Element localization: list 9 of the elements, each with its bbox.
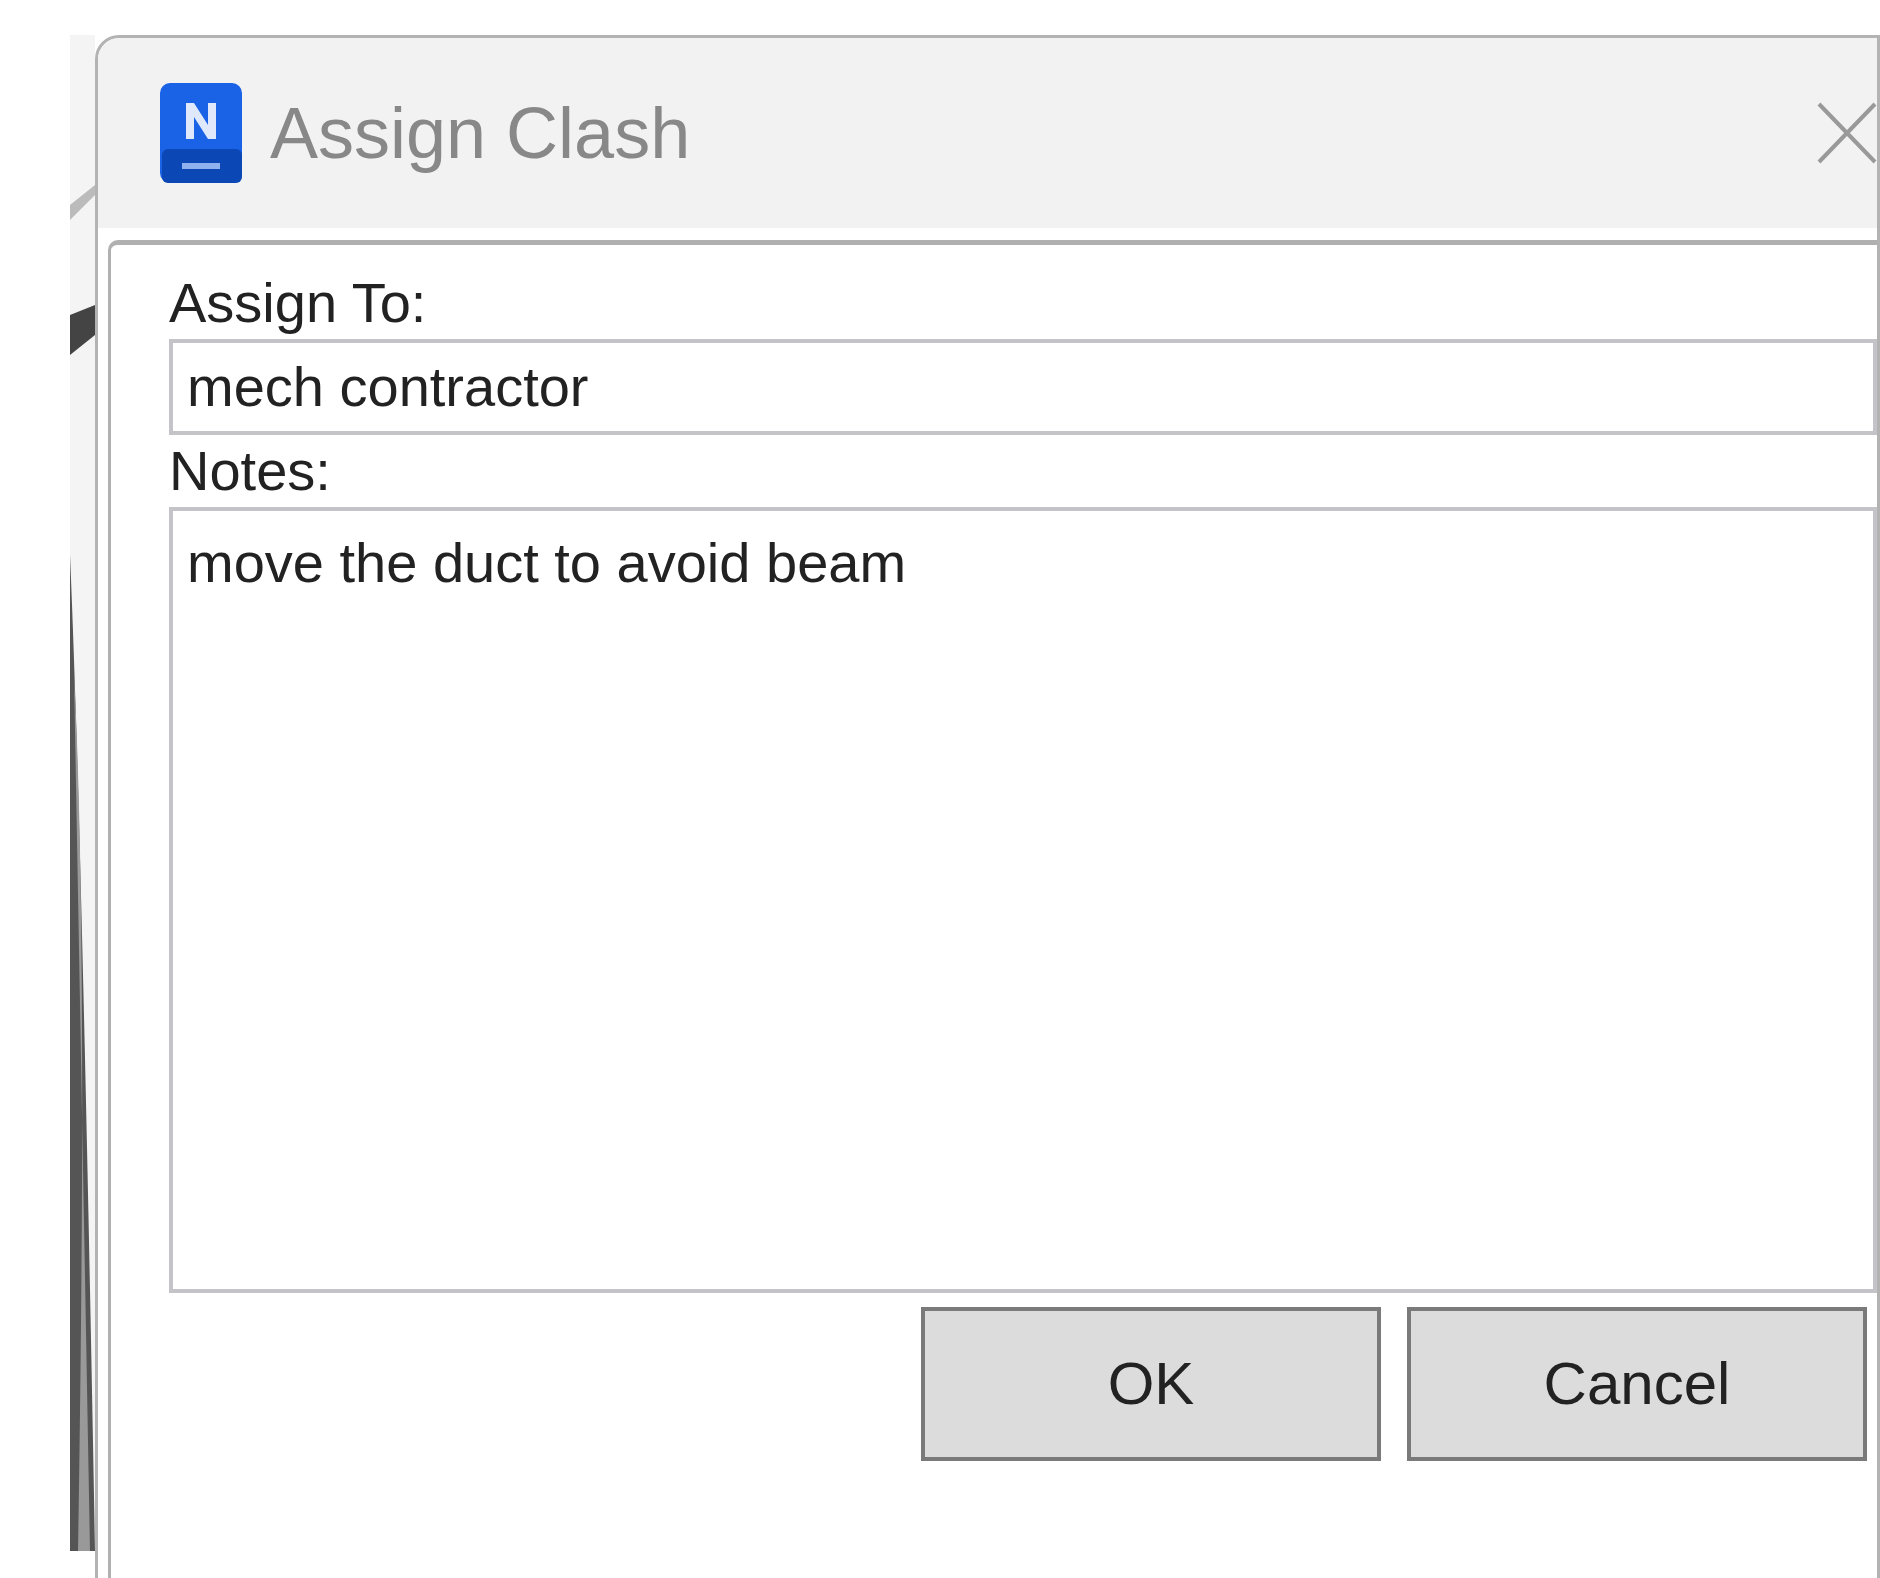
notes-field[interactable]: move the duct to avoid beam — [169, 507, 1877, 1293]
close-button[interactable] — [1815, 101, 1877, 165]
close-icon — [1817, 102, 1877, 164]
field-label: Assign To: — [169, 270, 428, 336]
window-title: Assign Clash — [270, 92, 691, 175]
ok-button[interactable]: OK — [921, 1307, 1381, 1461]
field-label: Notes: — [169, 438, 332, 504]
input-field[interactable]: mech contractor — [169, 339, 1877, 435]
cancel-button[interactable]: Cancel — [1407, 1307, 1867, 1461]
